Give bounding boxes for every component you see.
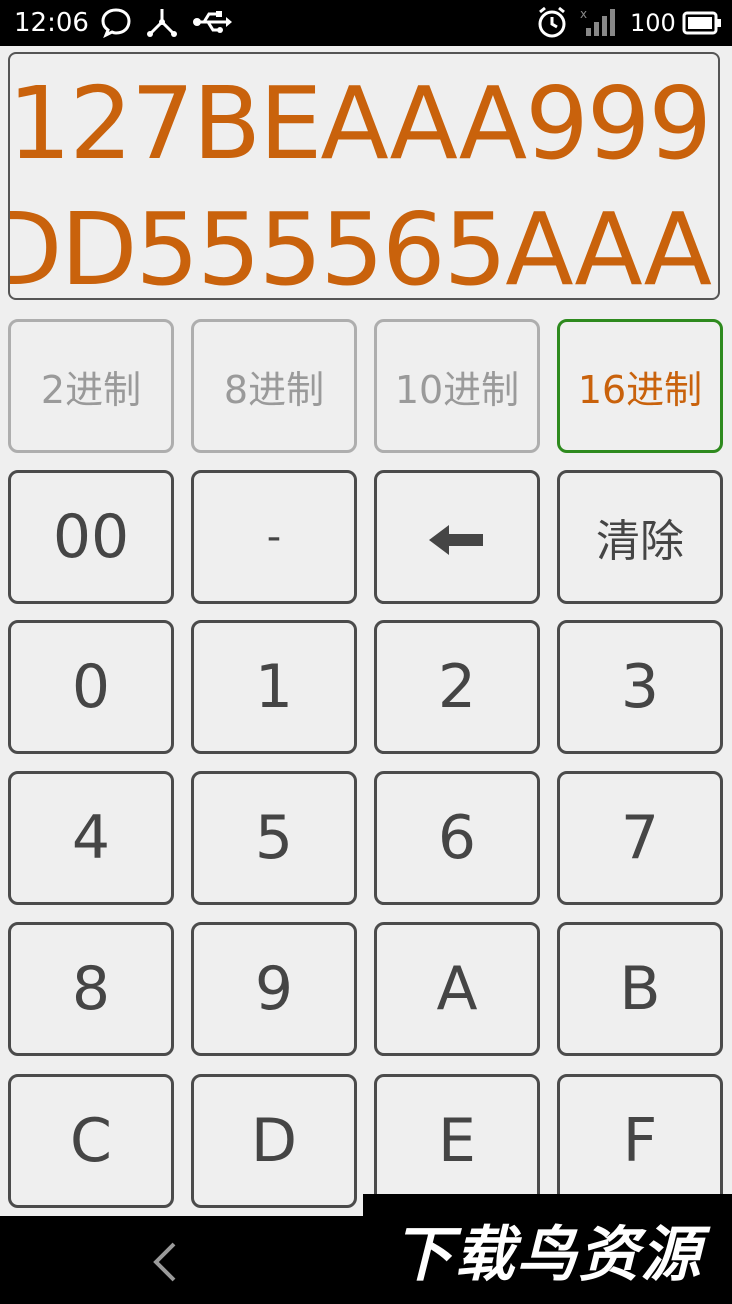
clear-button[interactable]: 清除	[557, 470, 723, 604]
base-2-button[interactable]: 2进制	[8, 319, 174, 453]
key-d-button[interactable]: D	[191, 1074, 357, 1208]
key-b-button[interactable]: B	[557, 922, 723, 1056]
left-arrow-icon	[429, 502, 485, 572]
watermark: 下载鸟资源	[363, 1194, 732, 1304]
display-line-2: DD555565AAA	[8, 191, 712, 300]
key-1-button[interactable]: 1	[191, 620, 357, 754]
key-2-button[interactable]: 2	[374, 620, 540, 754]
result-display: 127BEAAA999 DD555565AAA	[8, 52, 720, 300]
key-3-button[interactable]: 3	[557, 620, 723, 754]
key-5-button[interactable]: 5	[191, 771, 357, 905]
chevron-left-icon[interactable]	[150, 1240, 180, 1288]
key-7-button[interactable]: 7	[557, 771, 723, 905]
status-bar: 12:06 x 100	[0, 0, 732, 46]
backspace-button[interactable]	[374, 470, 540, 604]
key-f-button[interactable]: F	[557, 1074, 723, 1208]
key-0-button[interactable]: 0	[8, 620, 174, 754]
key-9-button[interactable]: 9	[191, 922, 357, 1056]
key-a-button[interactable]: A	[374, 922, 540, 1056]
signal-icon: x	[580, 6, 620, 42]
key-6-button[interactable]: 6	[374, 771, 540, 905]
key-c-button[interactable]: C	[8, 1074, 174, 1208]
alarm-icon	[536, 6, 568, 44]
battery-level: 100	[630, 9, 676, 37]
display-line-1: 127BEAAA999	[8, 65, 712, 182]
base-10-button[interactable]: 10进制	[374, 319, 540, 453]
double-zero-button[interactable]: 00	[8, 470, 174, 604]
watermark-text: 下载鸟资源	[392, 1219, 703, 1290]
usb-icon	[192, 6, 232, 42]
share-icon	[146, 6, 178, 42]
key-e-button[interactable]: E	[374, 1074, 540, 1208]
base-16-button[interactable]: 16进制	[557, 319, 723, 453]
battery-icon	[682, 9, 722, 41]
key-8-button[interactable]: 8	[8, 922, 174, 1056]
status-time: 12:06	[14, 8, 89, 38]
minus-button[interactable]: -	[191, 470, 357, 604]
key-4-button[interactable]: 4	[8, 771, 174, 905]
svg-text:x: x	[580, 7, 587, 21]
base-8-button[interactable]: 8进制	[191, 319, 357, 453]
chat-icon	[100, 6, 132, 42]
